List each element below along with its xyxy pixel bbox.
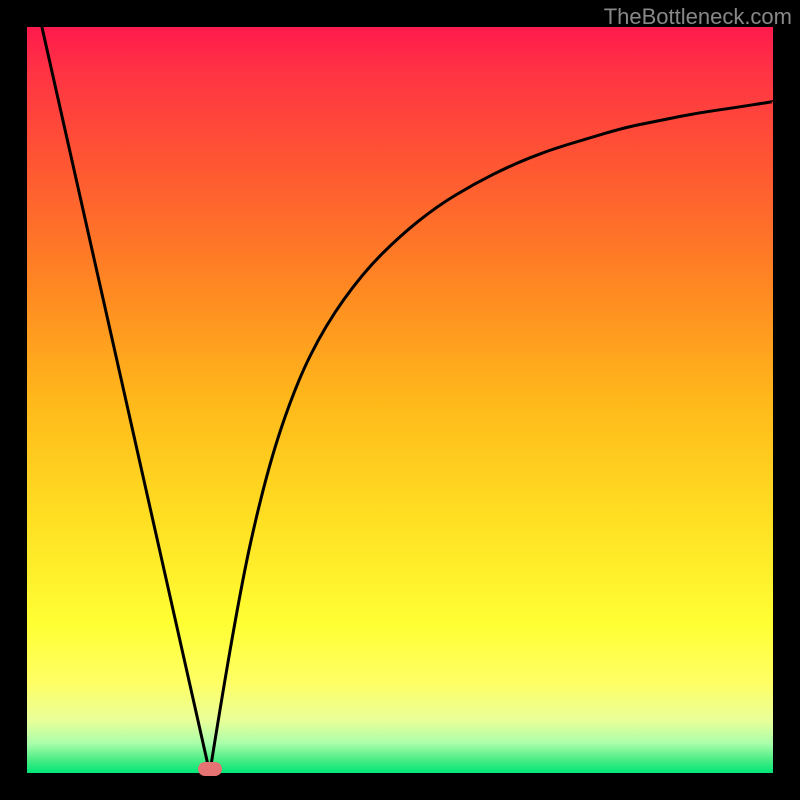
min-marker <box>198 762 222 776</box>
watermark-text: TheBottleneck.com <box>604 4 792 30</box>
left-branch-line <box>42 27 210 773</box>
right-branch-line <box>210 102 773 773</box>
curve-svg <box>27 27 773 773</box>
chart-container: TheBottleneck.com <box>0 0 800 800</box>
